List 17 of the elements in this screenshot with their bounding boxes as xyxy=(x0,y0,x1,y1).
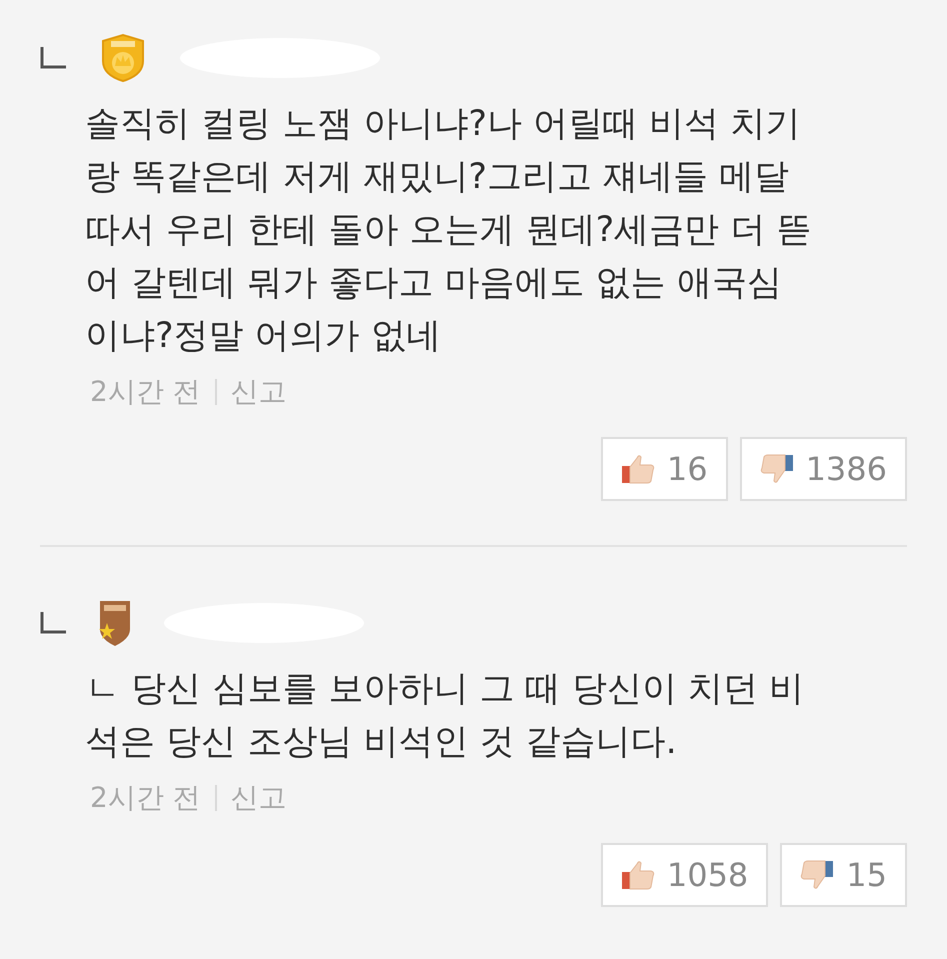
report-link[interactable]: 신고 xyxy=(230,777,287,819)
shield-star-badge-icon xyxy=(98,599,132,647)
thumbs-down-icon xyxy=(760,454,794,484)
timestamp: 2시간 전 xyxy=(90,780,201,816)
thumbs-up-icon xyxy=(620,860,655,890)
timestamp: 2시간 전 xyxy=(90,374,201,410)
reply-corner-icon xyxy=(40,47,66,69)
like-button[interactable]: 16 xyxy=(600,437,728,501)
dislike-button[interactable]: 15 xyxy=(780,843,907,907)
report-link[interactable]: 신고 xyxy=(230,371,287,413)
dislike-button[interactable]: 1386 xyxy=(740,437,907,501)
like-button[interactable]: 1058 xyxy=(600,843,768,907)
reply-corner-icon xyxy=(40,612,66,634)
comment-text: ㄴ 당신 심보를 보아하니 그 때 당신이 치던 비 석은 당신 조상님 비석인 것 같습니다. xyxy=(85,668,806,764)
thumbs-down-icon xyxy=(800,860,834,890)
comment-text: 솔직히 컬링 노잼 아니냐?나 어릴때 비석 치기 랑 똑같은데 저게 재밌니?그리고 쟤네들 메달 따서 우리 한테 돌아 오는게 뭔데?세금만 더 뜯 어 갈텐데 뭐가 좋다고 마음에도 없는 애국심 이냐?정말 어의가 없네 xyxy=(85,103,812,358)
thumbs-up-icon xyxy=(620,454,655,484)
